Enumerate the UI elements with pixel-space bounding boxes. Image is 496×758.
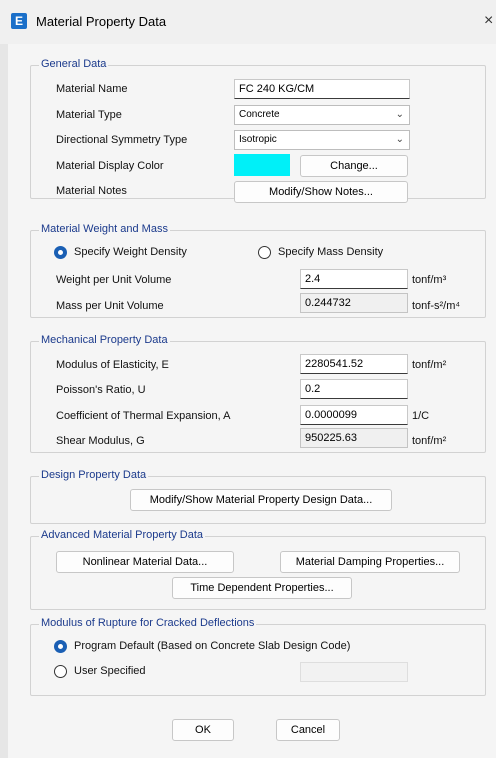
nonlinear-button[interactable]: Nonlinear Material Data...: [56, 551, 234, 573]
weight-density-radio[interactable]: [54, 246, 67, 259]
program-default-radio[interactable]: [54, 640, 67, 653]
rupture-legend: Modulus of Rupture for Cracked Deflectio…: [39, 617, 257, 629]
dialog-body: General Data Material Name FC 240 KG/CM …: [8, 44, 496, 758]
app-icon: E: [11, 13, 27, 29]
window-edge: [0, 44, 8, 758]
material-name-input[interactable]: FC 240 KG/CM: [234, 79, 410, 99]
mass-volume-unit: tonf-s²/m⁴: [412, 300, 461, 312]
symmetry-type-label: Directional Symmetry Type: [56, 134, 188, 146]
display-color-label: Material Display Color: [56, 160, 164, 172]
shear-modulus-unit: tonf/m²: [412, 435, 447, 447]
damping-button[interactable]: Material Damping Properties...: [280, 551, 460, 573]
display-color-swatch[interactable]: [234, 154, 290, 176]
program-default-label: Program Default (Based on Concrete Slab …: [74, 640, 351, 652]
thermal-expansion-label: Coefficient of Thermal Expansion, A: [56, 410, 231, 422]
weight-volume-label: Weight per Unit Volume: [56, 274, 172, 286]
user-specified-input: [300, 662, 408, 682]
material-type-value: Concrete: [239, 109, 280, 120]
design-legend: Design Property Data: [39, 469, 149, 481]
elasticity-input[interactable]: 2280541.52: [300, 354, 408, 374]
shear-modulus-label: Shear Modulus, G: [56, 435, 145, 447]
material-type-select[interactable]: Concrete ⌄: [234, 105, 410, 125]
window-title: Material Property Data: [36, 14, 167, 29]
thermal-expansion-unit: 1/C: [412, 410, 430, 422]
user-specified-label: User Specified: [74, 665, 146, 677]
weight-volume-unit: tonf/m³: [412, 274, 447, 286]
poisson-input[interactable]: 0.2: [300, 379, 408, 399]
time-dependent-button[interactable]: Time Dependent Properties...: [172, 577, 352, 599]
advanced-legend: Advanced Material Property Data: [39, 529, 206, 541]
elasticity-label: Modulus of Elasticity, E: [56, 359, 169, 371]
symmetry-type-select[interactable]: Isotropic ⌄: [234, 130, 410, 150]
mass-volume-label: Mass per Unit Volume: [56, 300, 164, 312]
elasticity-unit: tonf/m²: [412, 359, 447, 371]
material-type-label: Material Type: [56, 109, 122, 121]
chevron-down-icon: ⌄: [395, 109, 404, 120]
weight-density-label: Specify Weight Density: [74, 246, 187, 258]
weight-mass-legend: Material Weight and Mass: [39, 223, 170, 235]
mass-volume-value: 0.244732: [300, 293, 408, 313]
mass-density-radio[interactable]: [258, 246, 271, 259]
shear-modulus-value: 950225.63: [300, 428, 408, 448]
material-notes-label: Material Notes: [56, 185, 127, 197]
weight-volume-input[interactable]: 2.4: [300, 269, 408, 289]
chevron-down-icon: ⌄: [395, 134, 404, 145]
general-data-legend: General Data: [39, 58, 109, 70]
notes-button[interactable]: Modify/Show Notes...: [234, 181, 408, 203]
material-name-label: Material Name: [56, 83, 128, 95]
mechanical-legend: Mechanical Property Data: [39, 334, 170, 346]
user-specified-radio[interactable]: [54, 665, 67, 678]
thermal-expansion-input[interactable]: 0.0000099: [300, 405, 408, 425]
poisson-label: Poisson's Ratio, U: [56, 384, 146, 396]
cancel-button[interactable]: Cancel: [276, 719, 340, 741]
ok-button[interactable]: OK: [172, 719, 234, 741]
mass-density-label: Specify Mass Density: [278, 246, 384, 258]
symmetry-type-value: Isotropic: [239, 134, 277, 145]
title-bar: E Material Property Data ×: [0, 0, 496, 44]
design-data-button[interactable]: Modify/Show Material Property Design Dat…: [130, 489, 392, 511]
rupture-group: Modulus of Rupture for Cracked Deflectio…: [30, 617, 486, 696]
close-icon[interactable]: ×: [484, 12, 493, 30]
change-color-button[interactable]: Change...: [300, 155, 408, 177]
